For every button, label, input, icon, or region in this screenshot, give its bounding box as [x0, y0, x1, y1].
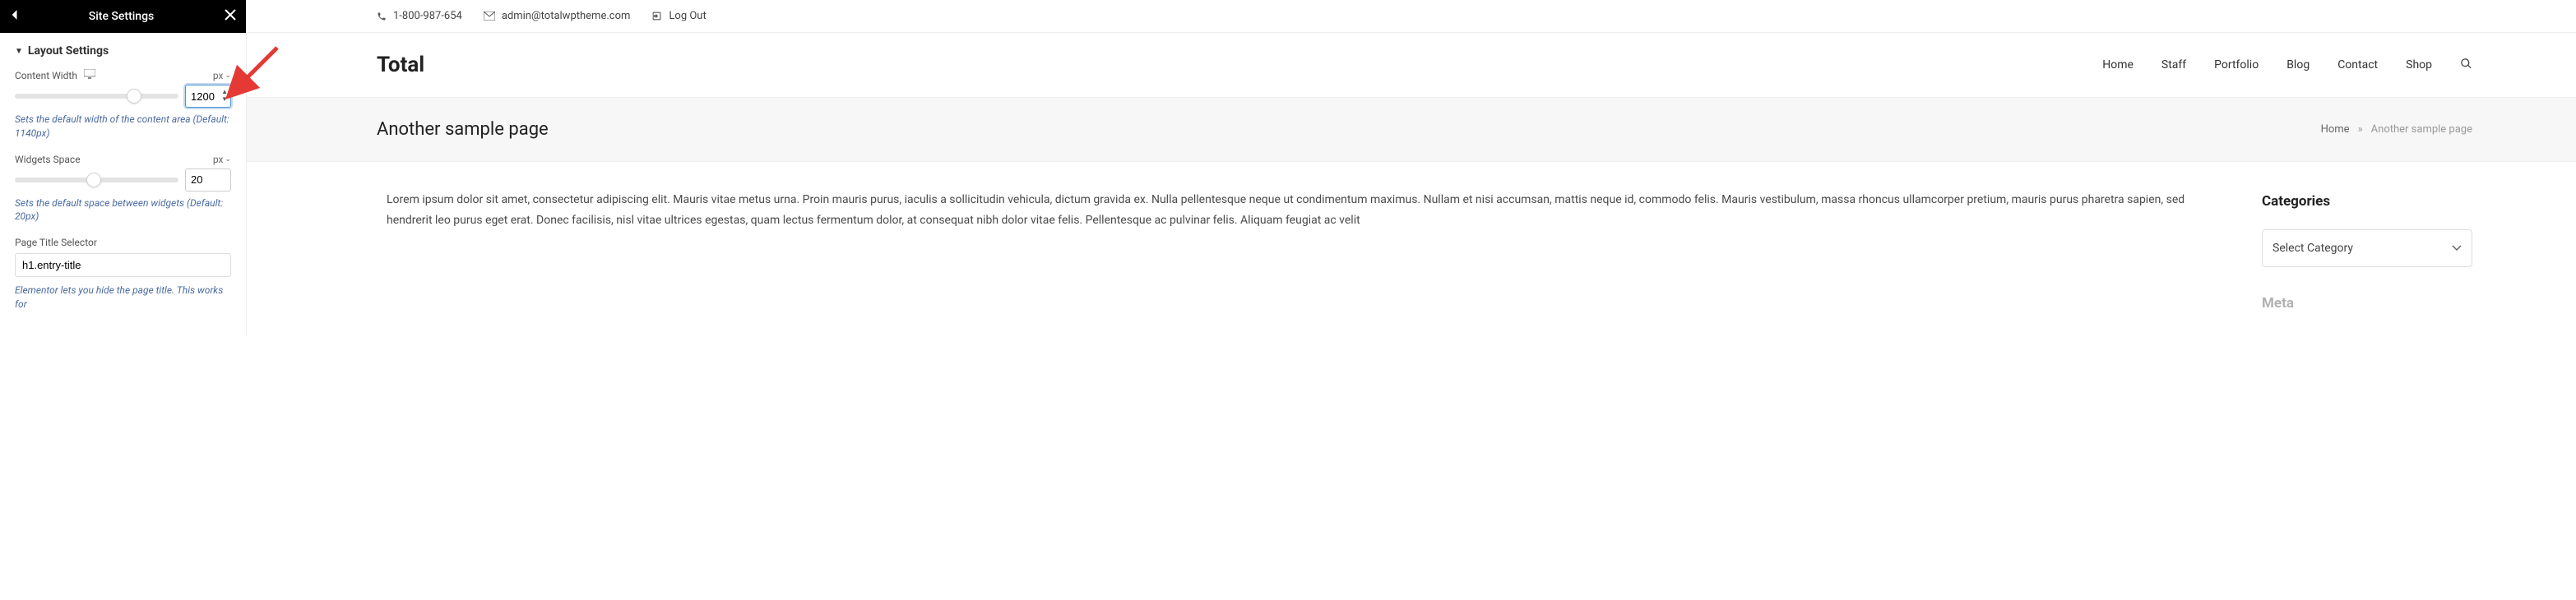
content-width-label: Content Width	[15, 70, 77, 81]
nav-staff[interactable]: Staff	[2161, 58, 2186, 72]
breadcrumb-current: Another sample page	[2371, 123, 2472, 136]
article-body: Lorem ipsum dolor sit amet, consectetur …	[387, 190, 2204, 331]
category-select[interactable]: Select Category	[2262, 229, 2472, 268]
nav-portfolio[interactable]: Portfolio	[2214, 58, 2259, 72]
sidebar-title: Site Settings	[89, 10, 155, 23]
site-logo[interactable]: Total	[377, 53, 424, 77]
slider-thumb[interactable]	[86, 173, 101, 187]
page-title: Another sample page	[377, 119, 549, 140]
widgets-space-label: Widgets Space	[15, 154, 81, 165]
caret-down-icon: ▼	[15, 47, 23, 56]
back-icon[interactable]	[10, 9, 18, 24]
widgets-space-slider[interactable]	[15, 178, 178, 182]
chevron-down-icon: ⌄	[225, 72, 231, 80]
chevron-down-icon: ⌄	[225, 155, 231, 164]
title-selector-label: Page Title Selector	[15, 237, 231, 248]
title-selector-input[interactable]	[15, 253, 231, 277]
preview-pane: 1-800-987-654 admin@totalwptheme.com Log…	[247, 0, 2576, 336]
logout-link[interactable]: Log Out	[651, 10, 706, 22]
nav-shop[interactable]: Shop	[2406, 58, 2432, 72]
breadcrumb: Home » Another sample page	[2321, 123, 2472, 136]
phone-icon	[377, 12, 387, 21]
widgets-space-input[interactable]	[185, 168, 231, 192]
content-width-input[interactable]: ▲▼	[185, 85, 231, 108]
mail-icon	[484, 12, 495, 21]
section-toggle-layout[interactable]: ▼ Layout Settings	[15, 44, 231, 58]
unit-selector-cw[interactable]: px ⌄	[213, 70, 231, 81]
content-width-slider[interactable]	[15, 94, 178, 99]
topbar: 1-800-987-654 admin@totalwptheme.com Log…	[247, 0, 2576, 33]
nav-blog[interactable]: Blog	[2286, 58, 2310, 72]
page-header: Another sample page Home » Another sampl…	[247, 98, 2576, 162]
email[interactable]: admin@totalwptheme.com	[484, 10, 631, 22]
nav-home[interactable]: Home	[2102, 58, 2134, 72]
widget-meta-title: Meta	[2262, 292, 2472, 316]
stepper-icon[interactable]: ▲▼	[221, 88, 228, 103]
widget-categories-title: Categories	[2262, 190, 2472, 215]
phone: 1-800-987-654	[377, 10, 462, 22]
content-width-help: Sets the default width of the content ar…	[15, 113, 231, 141]
title-selector-help: Elementor lets you hide the page title. …	[15, 284, 231, 312]
desktop-icon[interactable]	[84, 69, 95, 81]
widgets-space-help: Sets the default space between widgets (…	[15, 196, 231, 224]
chevron-down-icon	[2452, 238, 2462, 259]
search-icon[interactable]	[2460, 58, 2472, 73]
unit-selector-ws[interactable]: px ⌄	[213, 154, 231, 165]
nav-contact[interactable]: Contact	[2337, 58, 2378, 72]
settings-sidebar: Site Settings ▼ Layout Settings Content …	[0, 0, 247, 336]
close-icon[interactable]	[225, 9, 236, 24]
breadcrumb-home[interactable]: Home	[2321, 123, 2350, 136]
main-nav: Total Home Staff Portfolio Blog Contact …	[247, 33, 2576, 98]
logout-icon	[651, 11, 662, 21]
slider-thumb[interactable]	[127, 89, 141, 104]
sidebar-header: Site Settings	[0, 0, 246, 33]
